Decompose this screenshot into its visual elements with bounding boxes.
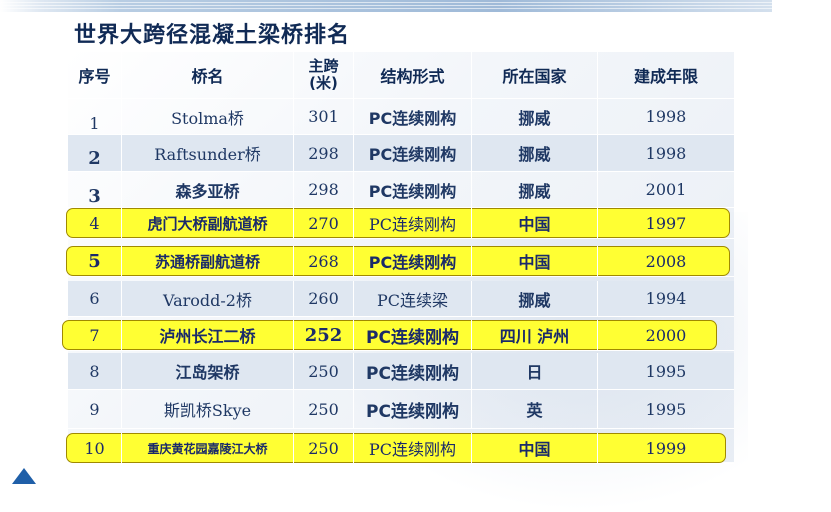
- table-row: 9 斯凯桥Skye 250 PC连续刚构 英 1995: [68, 390, 734, 429]
- row-index: 1: [68, 99, 122, 134]
- row-structure: PC连续梁: [354, 281, 472, 316]
- row-structure: PC连续刚构: [354, 99, 472, 134]
- row-year: 1994: [645, 289, 687, 308]
- row-country: 挪威: [472, 172, 598, 207]
- ranking-table: 序号 桥名 主跨 (米) 结构形式 所在国家 建成年限 1 Stolma桥 30…: [62, 52, 748, 512]
- row-bridge-name: 森多亚桥: [122, 172, 294, 207]
- row-bridge-name: 虎门大桥副航道桥: [122, 208, 294, 238]
- row-index: 9: [68, 390, 122, 428]
- row-structure: PC连续刚构: [354, 172, 472, 207]
- header-name: 桥名: [122, 52, 294, 98]
- row-span: 250: [294, 390, 354, 428]
- row-structure: PC连续刚构: [354, 208, 472, 238]
- row-country: 中国: [472, 433, 598, 463]
- row-bridge-name: Stolma桥: [122, 99, 294, 134]
- row-span: 250: [294, 353, 354, 389]
- row-country: 挪威: [472, 135, 598, 171]
- header-year: 建成年限: [633, 67, 698, 86]
- row-structure: PC连续刚构: [354, 433, 472, 463]
- row-bridge-name: 斯凯桥Skye: [122, 390, 294, 428]
- table-row: 2 Raftsunder桥 298 PC连续刚构 挪威 1998: [68, 135, 734, 172]
- row-structure: PC连续刚构: [354, 353, 472, 389]
- row-index: 10: [68, 433, 122, 463]
- row-span: 270: [294, 208, 354, 238]
- row-year: 2000: [645, 325, 687, 345]
- row-year: 1995: [645, 361, 687, 381]
- table-row-highlighted: 5 苏通桥副航道桥 268 PC连续刚构 中国 2008: [68, 246, 734, 277]
- header-structure: 结构形式: [354, 52, 472, 98]
- table-header-row: 序号 桥名 主跨 (米) 结构形式 所在国家 建成年限: [68, 52, 734, 99]
- row-span: 298: [294, 135, 354, 171]
- row-bridge-name: Raftsunder桥: [122, 135, 294, 171]
- row-bridge-name: Varodd-2桥: [122, 281, 294, 316]
- header-index: 序号: [68, 52, 122, 98]
- slide-title: 世界大跨径混凝土梁桥排名: [74, 23, 351, 48]
- row-year: 2008: [645, 251, 687, 271]
- corner-triangle-icon: [12, 468, 36, 484]
- header-span: 主跨 (米): [294, 52, 354, 98]
- table-row: 3 森多亚桥 298 PC连续刚构 挪威 2001: [68, 172, 734, 208]
- row-bridge-name: 江岛架桥: [122, 353, 294, 389]
- table-row: 8 江岛架桥 250 PC连续刚构 日 1995: [68, 353, 734, 390]
- row-year: 2001: [645, 180, 687, 199]
- row-country: 挪威: [472, 281, 598, 316]
- row-index: 4: [68, 208, 122, 238]
- row-year: 1998: [645, 107, 687, 126]
- row-structure: PC连续刚构: [354, 135, 472, 171]
- row-year: 1999: [645, 438, 687, 458]
- row-structure: PC连续刚构: [354, 246, 472, 276]
- row-country: 日: [472, 353, 598, 389]
- row-index: 7: [68, 320, 122, 350]
- row-index: 2: [68, 135, 122, 171]
- row-span: 268: [294, 246, 354, 276]
- row-index: 3: [68, 172, 122, 207]
- slide-top-strip: [0, 0, 831, 12]
- row-country: 英: [472, 390, 598, 428]
- row-structure: PC连续刚构: [354, 390, 472, 428]
- row-span: 252: [294, 320, 354, 350]
- table-row-highlighted: 7 泸州长江二桥 252 PC连续刚构 四川 泸州 2000: [68, 320, 734, 351]
- row-index: 5: [68, 246, 122, 276]
- header-span-line2: (米): [309, 74, 338, 92]
- row-structure: PC连续刚构: [354, 320, 472, 350]
- row-year: 1998: [645, 143, 687, 163]
- row-span: 250: [294, 433, 354, 463]
- header-country: 所在国家: [472, 52, 598, 98]
- row-year: 1997: [645, 213, 687, 233]
- row-span: 301: [294, 99, 354, 134]
- row-country: 中国: [472, 246, 598, 276]
- table-row: 6 Varodd-2桥 260 PC连续梁 挪威 1994: [68, 281, 734, 317]
- row-index: 6: [68, 281, 122, 316]
- row-index: 8: [68, 353, 122, 389]
- row-bridge-name: 重庆黄花园嘉陵江大桥: [122, 433, 294, 463]
- row-span: 260: [294, 281, 354, 316]
- row-bridge-name: 苏通桥副航道桥: [122, 246, 294, 276]
- slide-right-margin: [772, 0, 831, 484]
- table-row: 1 Stolma桥 301 PC连续刚构 挪威 1998: [68, 99, 734, 135]
- row-year: 1995: [645, 399, 687, 419]
- row-country: 四川 泸州: [472, 320, 598, 350]
- table-row-highlighted: 4 虎门大桥副航道桥 270 PC连续刚构 中国 1997: [68, 208, 734, 239]
- header-span-line1: 主跨: [308, 57, 339, 75]
- table-row-highlighted: 10 重庆黄花园嘉陵江大桥 250 PC连续刚构 中国 1999: [68, 433, 734, 464]
- row-country: 挪威: [472, 99, 598, 134]
- row-span: 298: [294, 172, 354, 207]
- row-country: 中国: [472, 208, 598, 238]
- row-bridge-name: 泸州长江二桥: [122, 320, 294, 350]
